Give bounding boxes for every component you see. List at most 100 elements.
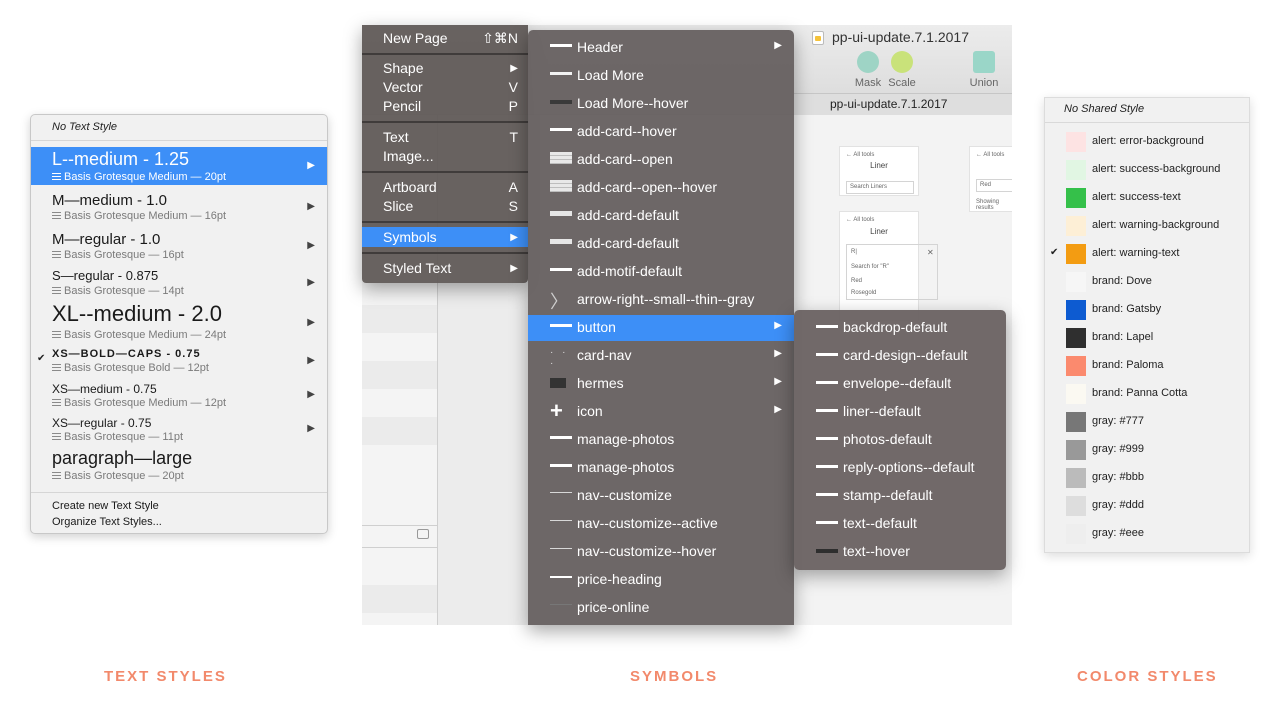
color-style-name: brand: Panna Cotta: [1092, 387, 1188, 399]
symbol-item-hermes[interactable]: hermes ▶: [528, 371, 794, 397]
collapse-icon[interactable]: [417, 529, 429, 539]
color-style-item[interactable]: gray: #bbb: [1045, 464, 1249, 492]
artboard-liner-results[interactable]: ← All tools Liner R| ✕ Search for "R" Re…: [839, 211, 938, 321]
menu-item-image[interactable]: Image...: [362, 146, 528, 166]
symbol-thumbnail-icon: [550, 520, 572, 521]
menu-item-symbols[interactable]: Symbols ▶: [362, 227, 528, 247]
union-tool[interactable]: Union: [964, 51, 1004, 89]
symbol-item-price-heading[interactable]: price-heading: [528, 567, 794, 593]
text-style-desc: Basis Grotesque Medium — 24pt: [52, 329, 226, 341]
symbol-item-nav-customize-hover[interactable]: nav--customize--hover: [528, 539, 794, 565]
symbol-item-stamp-default[interactable]: stamp--default: [794, 483, 1006, 509]
symbol-item-button[interactable]: button ▶: [528, 315, 794, 341]
symbol-item-backdrop-default[interactable]: backdrop-default: [794, 315, 1006, 341]
color-style-item[interactable]: alert: success-text: [1045, 184, 1249, 212]
text-style-item-l-medium[interactable]: L--medium - 1.25 Basis Grotesque Medium …: [31, 147, 327, 185]
text-style-item-xl-medium[interactable]: XL--medium - 2.0 Basis Grotesque Medium …: [31, 301, 327, 343]
symbol-item-add-card-default[interactable]: add-card-default: [528, 203, 794, 229]
menu-item-artboard[interactable]: Artboard A: [362, 177, 528, 197]
symbol-item-manage-photos[interactable]: manage-photos: [528, 427, 794, 453]
layer-row[interactable]: [362, 417, 437, 445]
color-style-item[interactable]: brand: Dove: [1045, 268, 1249, 296]
symbol-item-load-more[interactable]: Load More: [528, 63, 794, 89]
color-style-item[interactable]: brand: Panna Cotta: [1045, 380, 1249, 408]
no-shared-style-item[interactable]: No Shared Style: [1064, 103, 1144, 115]
symbol-item-add-motif-default[interactable]: add-motif-default: [528, 259, 794, 285]
symbol-thumbnail-icon: · · ·: [550, 347, 569, 369]
no-text-style-item[interactable]: No Text Style: [52, 121, 117, 133]
symbol-item-card-nav[interactable]: · · · card-nav ▶: [528, 343, 794, 369]
submenu-arrow-icon: ▶: [774, 348, 782, 359]
menu-item-new-page[interactable]: New Page ⇧⌘N: [362, 28, 528, 48]
text-style-name: XS—medium - 0.75: [52, 382, 157, 396]
submenu-arrow-icon: ▶: [774, 404, 782, 415]
text-style-desc: Basis Grotesque — 14pt: [52, 285, 184, 297]
symbol-item-icon[interactable]: + icon ▶: [528, 398, 794, 425]
menu-item-text[interactable]: Text T: [362, 127, 528, 147]
layer-row[interactable]: [362, 305, 437, 333]
text-style-item-xs-bold-caps[interactable]: ✔ XS—BOLD—CAPS - 0.75 Basis Grotesque Bo…: [31, 347, 327, 377]
symbol-item-liner-default[interactable]: liner--default: [794, 399, 1006, 425]
submenu-arrow-icon: ▶: [774, 376, 782, 387]
text-style-item-s-regular[interactable]: S—regular - 0.875 Basis Grotesque — 14pt…: [31, 268, 327, 300]
symbol-item-manage-photos[interactable]: manage-photos: [528, 455, 794, 481]
color-style-item[interactable]: ✔ alert: warning-text: [1045, 240, 1249, 268]
menu-item-shape[interactable]: Shape ▶: [362, 58, 528, 78]
menu-item-slice[interactable]: Slice S: [362, 196, 528, 216]
text-style-item-xs-regular[interactable]: XS—regular - 0.75 Basis Grotesque — 11pt…: [31, 415, 327, 445]
symbol-item-nav-customize[interactable]: nav--customize: [528, 483, 794, 509]
text-align-icon: [52, 331, 61, 338]
color-swatch: [1066, 160, 1086, 180]
menu-item-styled-text[interactable]: Styled Text ▶: [362, 258, 528, 278]
text-style-name: XS—regular - 0.75: [52, 416, 152, 430]
symbol-item-add-card-open-hover[interactable]: add-card--open--hover: [528, 175, 794, 201]
scale-tool[interactable]: Scale: [882, 51, 922, 89]
menu-item-pencil[interactable]: Pencil P: [362, 96, 528, 116]
layer-row[interactable]: [362, 585, 437, 613]
symbol-item-text-default[interactable]: text--default: [794, 511, 1006, 537]
symbol-item-reply-options-default[interactable]: reply-options--default: [794, 455, 1006, 481]
text-style-name: M—regular - 1.0: [52, 231, 161, 248]
color-style-item[interactable]: alert: success-background: [1045, 156, 1249, 184]
symbol-item-text-hover[interactable]: text--hover: [794, 539, 1006, 565]
symbol-item-header[interactable]: Header ▶: [528, 35, 794, 61]
color-style-item[interactable]: gray: #ddd: [1045, 492, 1249, 520]
symbol-item-load-more-hover[interactable]: Load More--hover: [528, 91, 794, 117]
symbol-item-arrow-right[interactable]: 〉 arrow-right--small--thin--gray: [528, 287, 794, 313]
create-text-style-item[interactable]: Create new Text Style: [52, 500, 159, 512]
symbol-item-card-design-default[interactable]: card-design--default: [794, 343, 1006, 369]
text-style-item-xs-medium[interactable]: XS—medium - 0.75 Basis Grotesque Medium …: [31, 381, 327, 411]
layer-row[interactable]: [362, 361, 437, 389]
symbol-item-envelope-default[interactable]: envelope--default: [794, 371, 1006, 397]
artboard-showing[interactable]: ← All tools Red Showing results: [969, 146, 1012, 212]
text-style-item-paragraph-large[interactable]: paragraph—large Basis Grotesque — 20pt: [31, 447, 327, 485]
color-swatch: [1066, 300, 1086, 320]
organize-text-styles-item[interactable]: Organize Text Styles...: [52, 516, 162, 528]
menu-item-vector[interactable]: Vector V: [362, 77, 528, 97]
hermes-icon: [550, 378, 566, 388]
color-style-name: alert: error-background: [1092, 135, 1204, 147]
symbol-item-add-card-hover[interactable]: add-card--hover: [528, 119, 794, 145]
color-style-item[interactable]: brand: Lapel: [1045, 324, 1249, 352]
document-tab[interactable]: pp-ui-update.7.1.2017: [830, 97, 947, 111]
symbol-thumbnail-icon: [550, 72, 572, 75]
symbols-menu: Header ▶ Load More Load More--hover add-c…: [528, 30, 794, 625]
artboard-liner-search[interactable]: ← All tools Liner Search Liners: [839, 146, 919, 196]
color-swatch: [1066, 272, 1086, 292]
symbol-item-nav-customize-active[interactable]: nav--customize--active: [528, 511, 794, 537]
color-style-name: brand: Lapel: [1092, 331, 1154, 343]
symbol-item-add-card-open[interactable]: add-card--open: [528, 147, 794, 173]
symbol-item-photos-default[interactable]: photos-default: [794, 427, 1006, 453]
symbol-item-price-online[interactable]: price-online: [528, 595, 794, 621]
text-style-item-m-medium[interactable]: M—medium - 1.0 Basis Grotesque Medium — …: [31, 191, 327, 225]
color-style-item[interactable]: brand: Gatsby: [1045, 296, 1249, 324]
symbol-item-add-card-default[interactable]: add-card-default: [528, 231, 794, 257]
symbol-thumbnail-icon: [550, 268, 572, 271]
color-style-item[interactable]: gray: #eee: [1045, 520, 1249, 548]
text-style-item-m-regular[interactable]: M—regular - 1.0 Basis Grotesque — 16pt ▶: [31, 230, 327, 264]
color-style-item[interactable]: gray: #999: [1045, 436, 1249, 464]
color-style-item[interactable]: gray: #777: [1045, 408, 1249, 436]
color-style-item[interactable]: alert: error-background: [1045, 128, 1249, 156]
color-style-item[interactable]: brand: Paloma: [1045, 352, 1249, 380]
color-style-item[interactable]: alert: warning-background: [1045, 212, 1249, 240]
